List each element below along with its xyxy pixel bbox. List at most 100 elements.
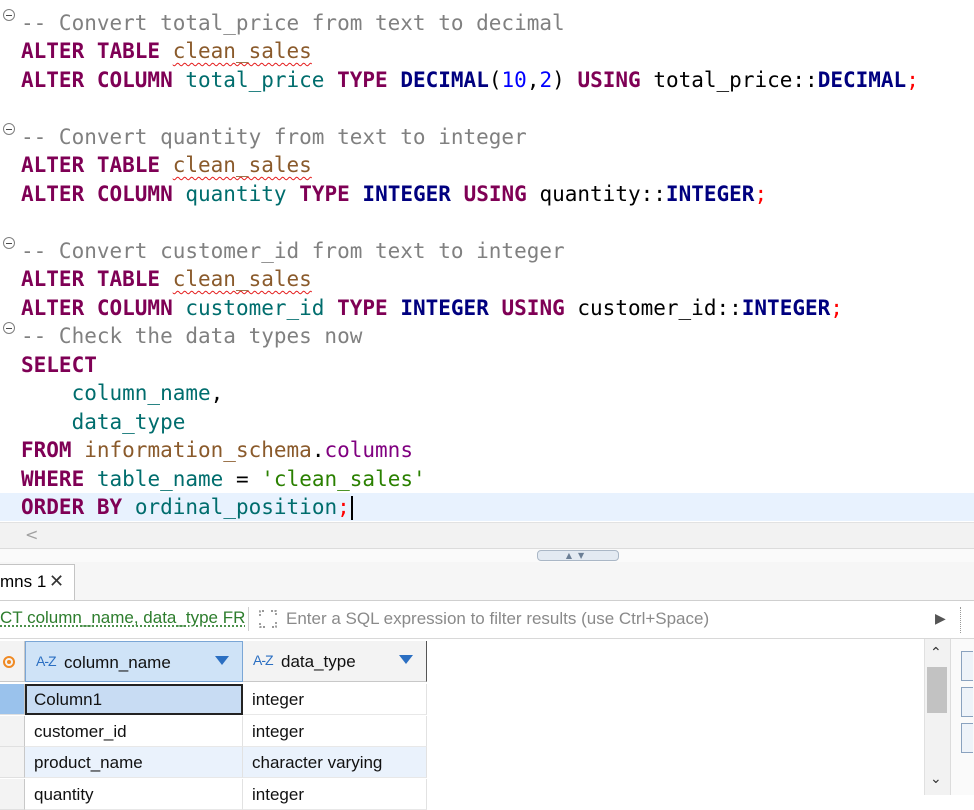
row-header[interactable] <box>0 684 25 715</box>
sql-keyword: ALTER COLUMN <box>21 68 173 92</box>
column-header[interactable]: A-Z data_type <box>243 641 427 682</box>
code-comment: -- Convert total_price from text to deci… <box>21 11 565 35</box>
fold-collapse-icon[interactable] <box>3 123 15 135</box>
number-literal: 2 <box>539 68 553 92</box>
column-identifier: table_name <box>96 467 224 491</box>
sql-keyword: ALTER TABLE <box>21 39 161 63</box>
punctuation: . <box>311 438 325 462</box>
column-identifier: quantity <box>539 182 641 206</box>
column-identifier: total_price <box>185 68 325 92</box>
text-type-icon: A-Z <box>36 653 57 669</box>
grid-cell[interactable]: character varying <box>243 747 427 778</box>
row-header[interactable] <box>0 747 25 778</box>
grid-cell[interactable]: Column1 <box>25 684 243 715</box>
tab-label: mns 1 <box>0 572 47 591</box>
number-literal: 10 <box>501 68 527 92</box>
sql-keyword: SELECT <box>21 353 97 377</box>
code-line: data_type <box>21 408 186 436</box>
code-line: ALTER COLUMN quantity TYPE INTEGER USING… <box>21 180 767 208</box>
table-identifier: clean_sales <box>172 39 312 63</box>
record-icon[interactable] <box>3 656 15 668</box>
column-identifier: column_name <box>71 381 211 405</box>
fold-collapse-icon[interactable] <box>3 9 15 21</box>
side-panel-tab[interactable] <box>961 723 973 753</box>
table-row[interactable]: Column1 integer <box>0 684 924 715</box>
schema-identifier: information_schema <box>84 438 312 462</box>
sort-dropdown-icon[interactable] <box>399 655 413 664</box>
panel-splitter[interactable]: ▲▼ <box>0 548 974 563</box>
sql-keyword: FROM <box>21 438 72 462</box>
cast-operator: :: <box>792 68 818 92</box>
grid-cell[interactable]: customer_id <box>25 716 243 747</box>
fold-collapse-icon[interactable] <box>3 237 15 249</box>
scroll-up-icon[interactable]: ⌃ <box>930 645 942 661</box>
splitter-handle-icon[interactable]: ▲▼ <box>537 550 619 561</box>
statement-terminator: ; <box>337 495 350 519</box>
results-tab[interactable]: mns 1 ✕ <box>0 564 75 600</box>
side-panel-tab[interactable] <box>961 687 973 717</box>
sql-keyword: TYPE <box>337 296 388 320</box>
vertical-scrollbar[interactable]: ⌃ ⌄ <box>924 639 951 795</box>
filter-input[interactable] <box>286 605 926 633</box>
sql-keyword: USING <box>463 182 527 206</box>
sql-editor[interactable]: -- Convert total_price from text to deci… <box>0 0 974 522</box>
column-header-label: data_type <box>281 652 356 671</box>
table-identifier: clean_sales <box>172 267 312 291</box>
sql-keyword: WHERE <box>21 467 85 491</box>
code-line: ALTER TABLE clean_sales <box>21 151 312 179</box>
text-caret <box>350 496 353 520</box>
sql-keyword: ALTER COLUMN <box>21 296 173 320</box>
column-identifier: customer_id <box>577 296 717 320</box>
table-row[interactable]: customer_id integer <box>0 716 924 747</box>
code-line: -- Convert quantity from text to integer <box>21 123 527 151</box>
close-icon[interactable]: ✕ <box>49 565 64 599</box>
scroll-left-icon[interactable]: < <box>25 525 38 544</box>
column-identifier: data_type <box>71 410 186 434</box>
grid-cell[interactable]: integer <box>243 716 427 747</box>
sql-keyword: ALTER TABLE <box>21 153 161 177</box>
scrollbar-thumb[interactable] <box>927 667 947 713</box>
scroll-down-icon[interactable]: ⌄ <box>930 771 942 787</box>
current-code-line: ORDER BY ordinal_position; <box>0 493 974 521</box>
code-line: FROM information_schema.columns <box>21 436 413 464</box>
table-row[interactable]: product_name character varying <box>0 747 924 778</box>
code-line: -- Check the data types now <box>21 322 362 350</box>
fold-collapse-icon[interactable] <box>3 322 15 334</box>
column-identifier: quantity <box>185 182 287 206</box>
text-type-icon: A-Z <box>253 652 274 668</box>
column-header[interactable]: A-Z column_name <box>25 641 243 682</box>
punctuation: , <box>526 68 540 92</box>
grid-cell[interactable]: integer <box>243 684 427 715</box>
code-line: ALTER COLUMN customer_id TYPE INTEGER US… <box>21 294 843 322</box>
divider <box>248 607 249 631</box>
code-comment: -- Check the data types now <box>21 324 363 348</box>
code-line: column_name, <box>21 379 224 407</box>
sql-keyword: TYPE <box>337 68 388 92</box>
sql-keyword: ORDER BY <box>21 495 123 519</box>
sql-keyword: TYPE <box>299 182 350 206</box>
operator: = <box>235 467 249 491</box>
sql-type: INTEGER <box>400 296 489 320</box>
code-comment: -- Convert quantity from text to integer <box>21 125 527 149</box>
grid-cell[interactable]: product_name <box>25 747 243 778</box>
code-line: SELECT <box>21 351 97 379</box>
results-grid[interactable]: A-Z column_name A-Z data_type Column1 in… <box>0 639 924 810</box>
statement-terminator: ; <box>754 182 768 206</box>
code-line: -- Convert customer_id from text to inte… <box>21 237 565 265</box>
play-icon[interactable]: ▶ <box>935 611 946 627</box>
query-text-link[interactable]: CT column_name, data_type FR <box>0 608 245 628</box>
punctuation: , <box>210 381 224 405</box>
side-panel-tab[interactable] <box>961 651 973 681</box>
statement-terminator: ; <box>830 296 843 320</box>
column-identifier: customer_id <box>185 296 325 320</box>
expand-icon[interactable] <box>258 609 278 629</box>
column-identifier: total_price <box>653 68 793 92</box>
horizontal-scrollbar[interactable]: < <box>0 522 974 548</box>
grid-corner[interactable] <box>0 641 25 682</box>
code-line: ALTER TABLE clean_sales <box>21 265 312 293</box>
sql-keyword: USING <box>577 68 641 92</box>
sort-dropdown-icon[interactable] <box>215 656 229 665</box>
row-header[interactable] <box>0 716 25 747</box>
